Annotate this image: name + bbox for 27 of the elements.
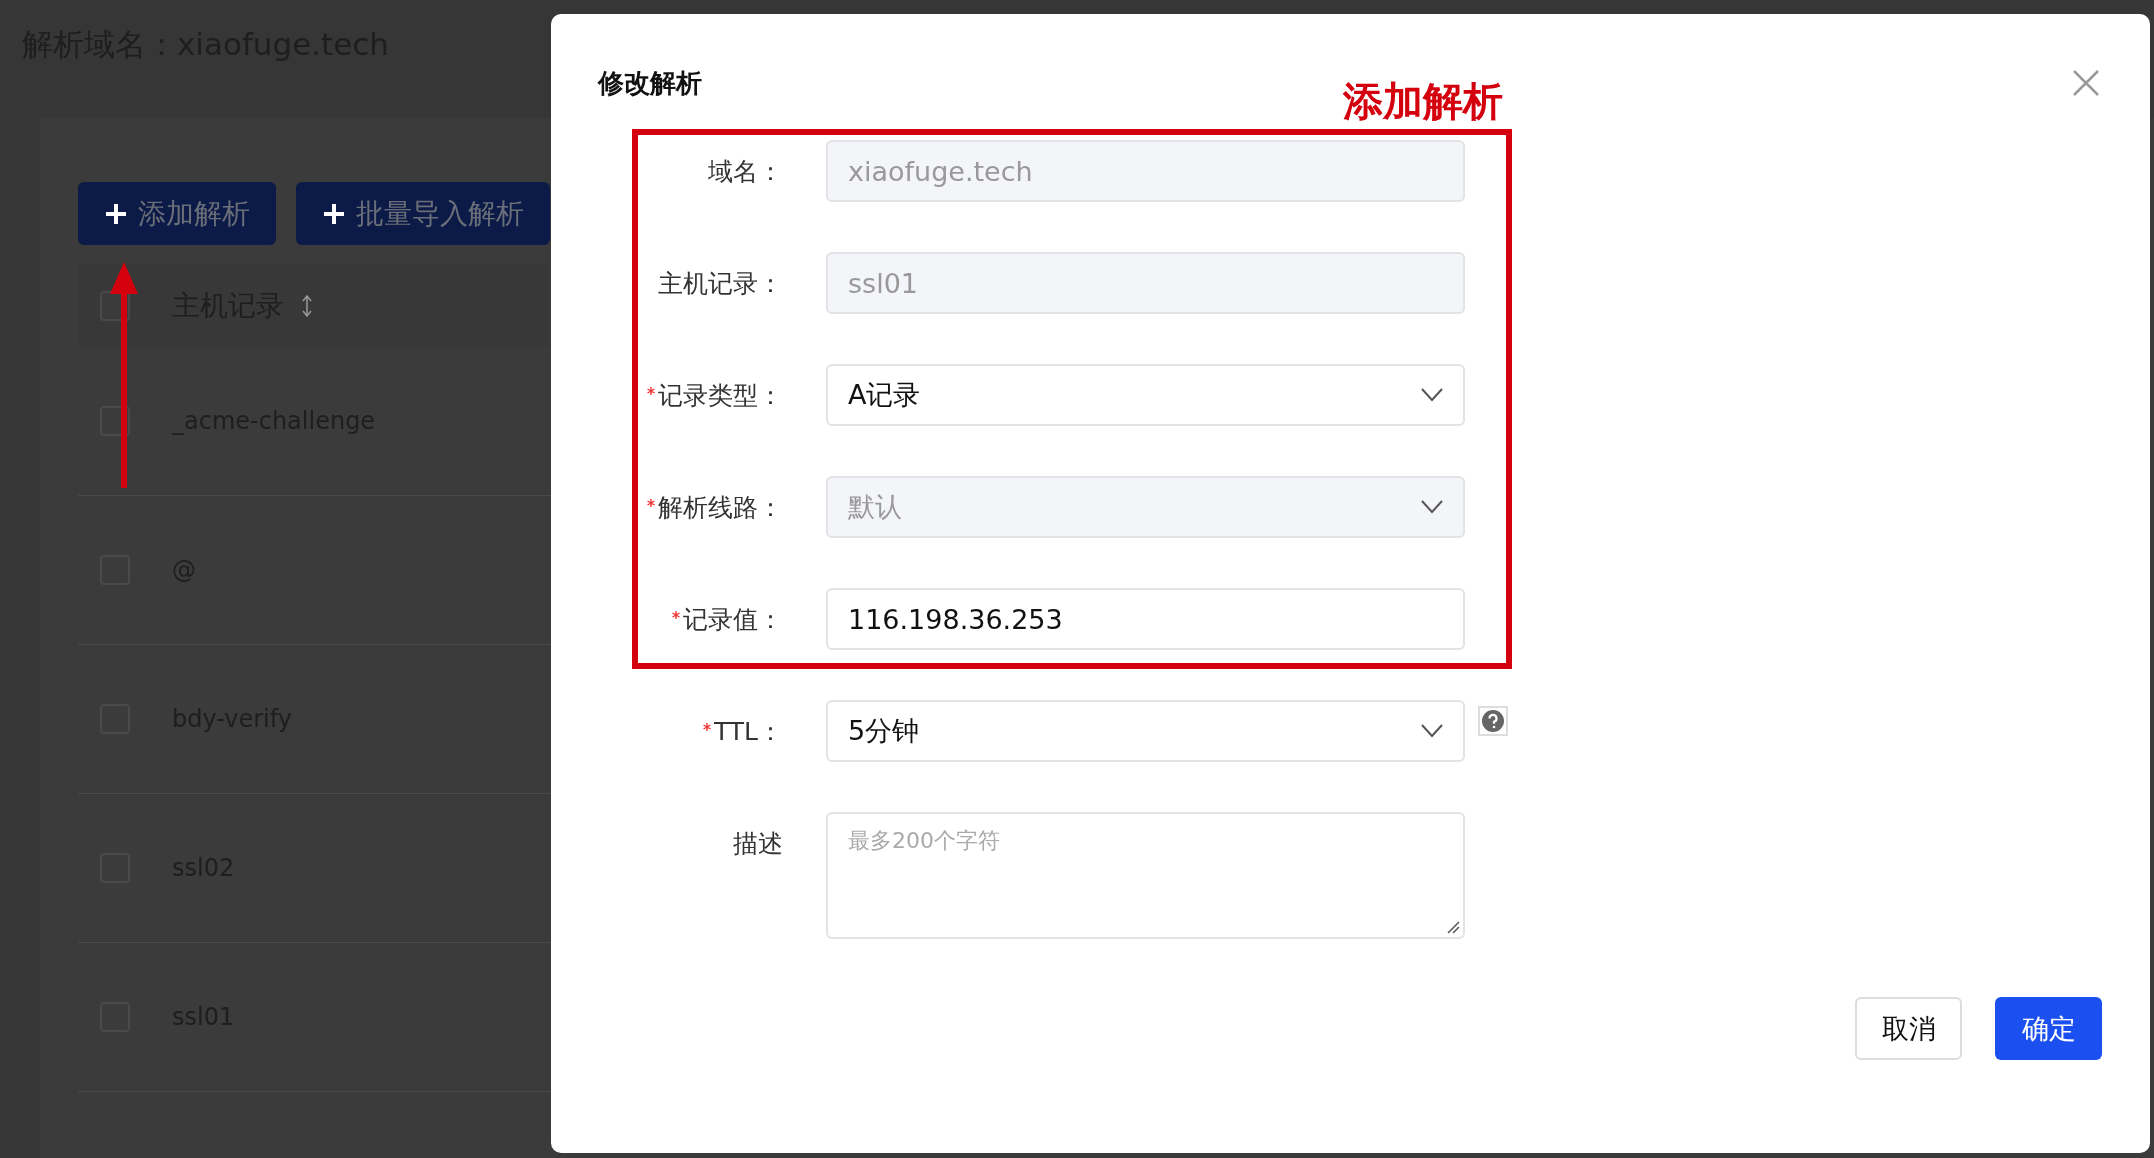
field-label: TTL：	[713, 715, 783, 748]
chevron-down-icon	[1421, 500, 1443, 514]
table-cell: @	[172, 556, 196, 584]
resize-grip-icon	[1446, 920, 1460, 934]
field-label: 记录值：	[683, 603, 783, 636]
field-label: 主机记录：	[658, 267, 783, 300]
select-field: 默认	[826, 476, 1465, 538]
field-label: 域名：	[708, 155, 783, 188]
field-label: 解析线路：	[658, 491, 783, 524]
select-field[interactable]: A记录	[826, 364, 1465, 426]
chevron-down-icon	[1421, 388, 1443, 402]
plus-icon	[104, 201, 128, 226]
cancel-button[interactable]: 取消	[1855, 997, 1962, 1060]
plus-icon	[322, 201, 346, 226]
confirm-button[interactable]: 确定	[1995, 997, 2102, 1060]
select-field[interactable]: 5分钟	[826, 700, 1465, 762]
help-icon[interactable]	[1478, 706, 1508, 736]
input-field: xiaofuge.tech	[826, 140, 1465, 202]
annotation-text: 添加解析	[1343, 77, 1503, 126]
sort-icon	[300, 292, 314, 319]
close-icon[interactable]	[2072, 69, 2100, 97]
dialog-title: 修改解析	[598, 67, 702, 100]
field-label: 记录类型：	[658, 379, 783, 412]
input-field[interactable]: 116.198.36.253	[826, 588, 1465, 650]
chevron-down-icon	[1421, 724, 1443, 738]
field-label: 描述	[733, 827, 783, 860]
input-field: ssl01	[826, 252, 1465, 314]
